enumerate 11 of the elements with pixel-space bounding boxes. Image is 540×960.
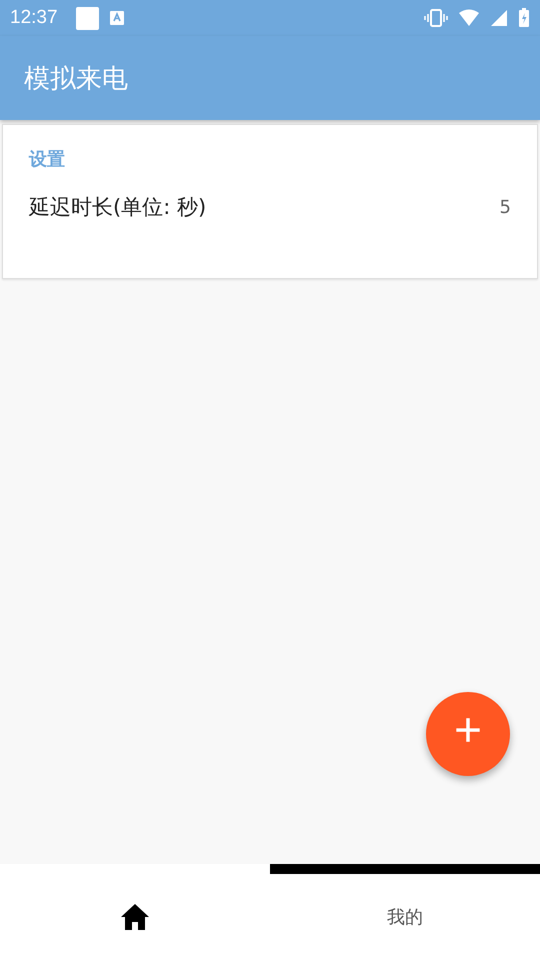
home-icon xyxy=(120,903,150,931)
keyboard-icon xyxy=(108,10,125,26)
notification-icon xyxy=(76,6,99,30)
vibrate-icon xyxy=(424,9,448,27)
setting-row[interactable]: 延迟时长(单位: 秒) 5 xyxy=(29,193,511,221)
section-header: 设置 xyxy=(29,148,65,171)
wifi-icon xyxy=(458,9,480,27)
battery-icon xyxy=(518,8,530,28)
status-time: 12:37 xyxy=(10,7,58,29)
signal-icon xyxy=(490,9,508,27)
app-title: 模拟来电 xyxy=(24,62,128,96)
